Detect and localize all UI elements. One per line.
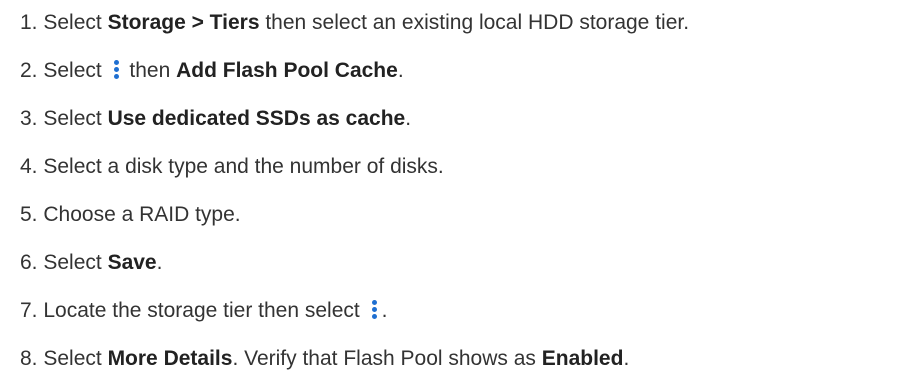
kebab-menu-icon — [369, 299, 379, 319]
step-number: 8. — [20, 347, 38, 370]
step-5: 5. Choose a RAID type. — [20, 202, 241, 228]
step-text: Locate the storage tier then select — [43, 299, 366, 322]
step-number: 1. — [20, 11, 38, 34]
step-number: 4. — [20, 155, 38, 178]
step-7: 7. Locate the storage tier then select . — [20, 298, 387, 324]
step-3: 3. Select Use dedicated SSDs as cache. — [20, 106, 411, 132]
step-6: 6. Select Save. — [20, 250, 162, 276]
step-text: Select — [43, 59, 108, 82]
step-number: 2. — [20, 59, 38, 82]
step-text: then — [123, 59, 177, 82]
step-text: Select — [43, 347, 108, 370]
step-text: Select — [43, 251, 108, 274]
step-text: then select an existing local HDD storag… — [259, 11, 690, 34]
step-2: 2. Select then Add Flash Pool Cache. — [20, 58, 404, 84]
step-1: 1. Select Storage > Tiers then select an… — [20, 10, 689, 36]
menu-path: Storage > Tiers — [107, 11, 260, 34]
step-text: Choose a RAID type. — [43, 203, 241, 226]
step-4: 4. Select a disk type and the number of … — [20, 154, 444, 180]
button-name: Save — [107, 251, 157, 274]
step-text: Select — [43, 107, 108, 130]
step-text: . — [397, 59, 404, 82]
step-text: . — [381, 299, 388, 322]
step-text: . — [623, 347, 630, 370]
step-number: 5. — [20, 203, 38, 226]
action-name: Add Flash Pool Cache — [176, 59, 398, 82]
option-name: Use dedicated SSDs as cache — [107, 107, 406, 130]
status-name: Enabled — [541, 347, 624, 370]
step-number: 3. — [20, 107, 38, 130]
step-number: 6. — [20, 251, 38, 274]
step-text: . — [156, 251, 163, 274]
step-text: . — [405, 107, 412, 130]
step-number: 7. — [20, 299, 38, 322]
kebab-menu-icon — [111, 59, 121, 79]
step-text: . Verify that Flash Pool shows as — [232, 347, 542, 370]
step-text: Select — [43, 11, 108, 34]
step-text: Select a disk type and the number of dis… — [43, 155, 444, 178]
option-name: More Details — [107, 347, 233, 370]
instruction-list: 1. Select Storage > Tiers then select an… — [0, 0, 906, 387]
step-8: 8. Select More Details. Verify that Flas… — [20, 346, 629, 372]
